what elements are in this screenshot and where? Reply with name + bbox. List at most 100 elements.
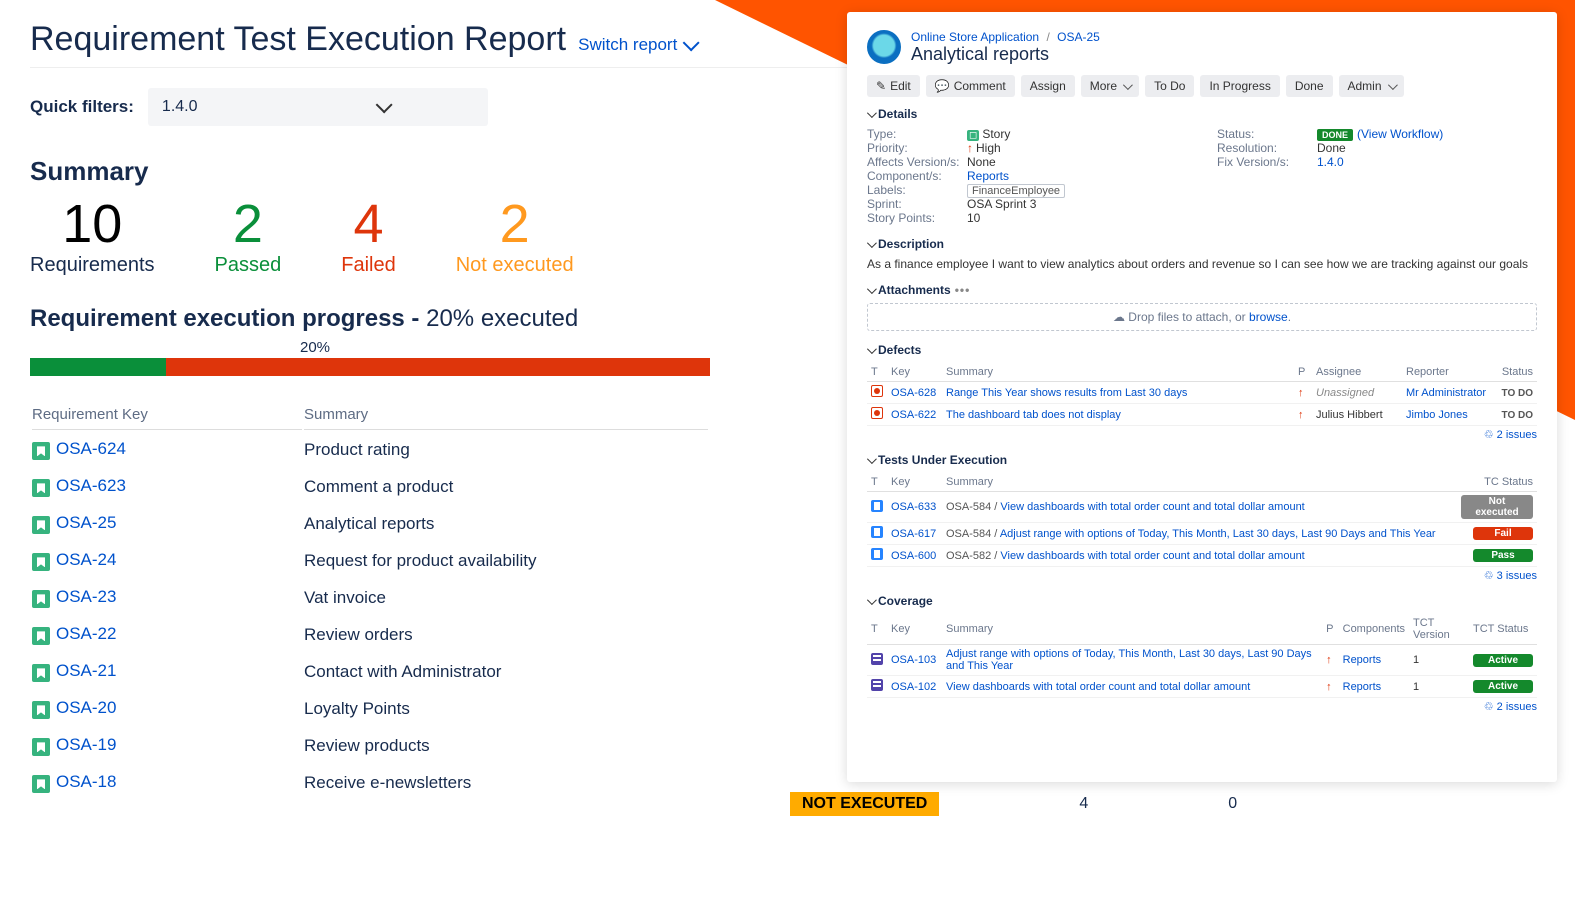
defect-summary-link[interactable]: The dashboard tab does not display — [946, 409, 1121, 421]
progress-heading-pct: 20% executed — [426, 305, 578, 332]
table-row: OSA-20 Loyalty Points — [32, 691, 708, 726]
status-value: DONE(View Workflow) — [1317, 127, 1537, 141]
points-value: 10 — [967, 211, 1187, 225]
requirement-key-link[interactable]: OSA-624 — [56, 439, 126, 458]
bookmark-icon — [32, 553, 50, 571]
coverage-icon — [871, 653, 883, 665]
type-label: Type: — [867, 127, 967, 141]
priority-up-icon: ↑ — [1326, 654, 1332, 666]
browse-link[interactable]: browse — [1249, 310, 1288, 324]
done-button[interactable]: Done — [1286, 75, 1333, 97]
quick-filters-label: Quick filters: — [30, 97, 134, 117]
coverage-summary-link[interactable]: Adjust range with options of Today, This… — [946, 648, 1312, 672]
defects-heading[interactable]: Defects — [867, 343, 1537, 357]
bookmark-icon — [32, 442, 50, 460]
requirement-key-link[interactable]: OSA-24 — [56, 550, 116, 569]
table-row: OSA-600 OSA-582 / View dashboards with t… — [867, 545, 1537, 567]
breadcrumb-key-link[interactable]: OSA-25 — [1057, 30, 1100, 44]
table-row: OSA-23 Vat invoice — [32, 580, 708, 615]
test-status-pill: Fail — [1473, 527, 1533, 540]
fixversion-link[interactable]: 1.4.0 — [1317, 155, 1344, 169]
card-passed: 2 Passed — [215, 195, 282, 277]
issue-title: Analytical reports — [911, 44, 1100, 65]
assign-button[interactable]: Assign — [1021, 75, 1075, 97]
requirement-summary: Analytical reports — [304, 506, 708, 541]
card-passed-label: Passed — [215, 254, 282, 277]
requirement-summary: Loyalty Points — [304, 691, 708, 726]
test-summary-link[interactable]: Adjust range with options of Today, This… — [1000, 528, 1436, 540]
requirement-summary: Product rating — [304, 432, 708, 467]
bottom-value-1: 4 — [1079, 795, 1088, 813]
test-key-link[interactable]: OSA-633 — [891, 501, 936, 513]
resolution-label: Resolution: — [1217, 141, 1317, 155]
priority-up-icon: ↑ — [1326, 681, 1332, 693]
defect-assignee[interactable]: Unassigned — [1312, 382, 1402, 404]
requirement-key-link[interactable]: OSA-21 — [56, 661, 116, 680]
label-chip[interactable]: FinanceEmployee — [967, 184, 1065, 198]
attachments-dropzone[interactable]: ☁ Drop files to attach, or browse. — [867, 303, 1537, 331]
admin-button[interactable]: Admin — [1339, 75, 1404, 97]
requirement-key-link[interactable]: OSA-18 — [56, 772, 116, 791]
affects-value: None — [967, 155, 1187, 169]
breadcrumb-app-link[interactable]: Online Store Application — [911, 30, 1039, 44]
defect-reporter-link[interactable]: Jimbo Jones — [1406, 409, 1468, 421]
coverage-status-pill: Active — [1473, 680, 1533, 693]
defects-count[interactable]: ♲ 2 issues — [867, 428, 1537, 441]
sprint-value: OSA Sprint 3 — [967, 197, 1187, 211]
coverage-components-link[interactable]: Reports — [1343, 654, 1382, 666]
defect-summary-link[interactable]: Range This Year shows results from Last … — [946, 387, 1187, 399]
attachments-more-icon[interactable]: ••• — [955, 283, 971, 297]
defect-key-link[interactable]: OSA-628 — [891, 387, 936, 399]
attachments-heading[interactable]: Attachments••• — [867, 283, 1537, 297]
coverage-heading[interactable]: Coverage — [867, 594, 1537, 608]
defect-key-link[interactable]: OSA-622 — [891, 409, 936, 421]
table-row: OSA-617 OSA-584 / Adjust range with opti… — [867, 523, 1537, 545]
tests-count[interactable]: ♲ 3 issues — [867, 569, 1537, 582]
coverage-count[interactable]: ♲ 2 issues — [867, 700, 1537, 713]
requirement-summary: Vat invoice — [304, 580, 708, 615]
test-summary-link[interactable]: View dashboards with total order count a… — [1000, 550, 1304, 562]
edit-button[interactable]: ✎ Edit — [867, 75, 920, 97]
requirement-key-link[interactable]: OSA-20 — [56, 698, 116, 717]
priority-up-icon: ↑ — [1298, 387, 1304, 399]
card-notexec: 2 Not executed — [456, 195, 574, 277]
table-row: OSA-622 The dashboard tab does not displ… — [867, 404, 1537, 426]
test-summary-link[interactable]: View dashboards with total order count a… — [1000, 501, 1304, 513]
coverage-summary-link[interactable]: View dashboards with total order count a… — [946, 681, 1250, 693]
table-row: OSA-623Comment a product — [32, 469, 708, 504]
defect-status: TO DO — [1502, 410, 1533, 421]
defect-reporter-link[interactable]: Mr Administrator — [1406, 387, 1486, 399]
details-heading[interactable]: Details — [867, 107, 1537, 121]
requirement-key-link[interactable]: OSA-22 — [56, 624, 116, 643]
quick-filters-select[interactable]: 1.4.0 — [148, 88, 488, 126]
todo-button[interactable]: To Do — [1145, 75, 1194, 97]
bookmark-icon — [32, 701, 50, 719]
requirement-key-link[interactable]: OSA-25 — [56, 513, 116, 532]
inprogress-button[interactable]: In Progress — [1200, 75, 1279, 97]
coverage-components-link[interactable]: Reports — [1343, 681, 1382, 693]
table-row: OSA-633 OSA-584 / View dashboards with t… — [867, 492, 1537, 523]
more-button[interactable]: More — [1081, 75, 1139, 97]
test-prefix: OSA-584 / — [946, 528, 1000, 540]
coverage-key-link[interactable]: OSA-102 — [891, 681, 936, 693]
coverage-table: T Key Summary P Components TCT Version T… — [867, 614, 1537, 698]
test-key-link[interactable]: OSA-600 — [891, 550, 936, 562]
not-executed-badge: NOT EXECUTED — [790, 792, 939, 816]
coverage-tctv: 1 — [1409, 676, 1469, 698]
view-workflow-link[interactable]: (View Workflow) — [1357, 127, 1443, 141]
requirement-key-link[interactable]: OSA-19 — [56, 735, 116, 754]
table-row: OSA-103 Adjust range with options of Tod… — [867, 645, 1537, 676]
switch-report-link[interactable]: Switch report — [578, 35, 695, 55]
test-icon — [871, 500, 883, 512]
defect-assignee[interactable]: Julius Hibbert — [1312, 404, 1402, 426]
requirement-key-link[interactable]: OSA-623 — [56, 476, 126, 495]
coverage-key-link[interactable]: OSA-103 — [891, 654, 936, 666]
bookmark-icon — [32, 738, 50, 756]
requirement-key-link[interactable]: OSA-23 — [56, 587, 116, 606]
overlay-area: Online Store Application / OSA-25 Analyt… — [725, 0, 1575, 800]
comment-button[interactable]: 💬 Comment — [926, 75, 1015, 97]
tests-heading[interactable]: Tests Under Execution — [867, 453, 1537, 467]
test-key-link[interactable]: OSA-617 — [891, 528, 936, 540]
description-heading[interactable]: Description — [867, 237, 1537, 251]
components-link[interactable]: Reports — [967, 169, 1009, 183]
